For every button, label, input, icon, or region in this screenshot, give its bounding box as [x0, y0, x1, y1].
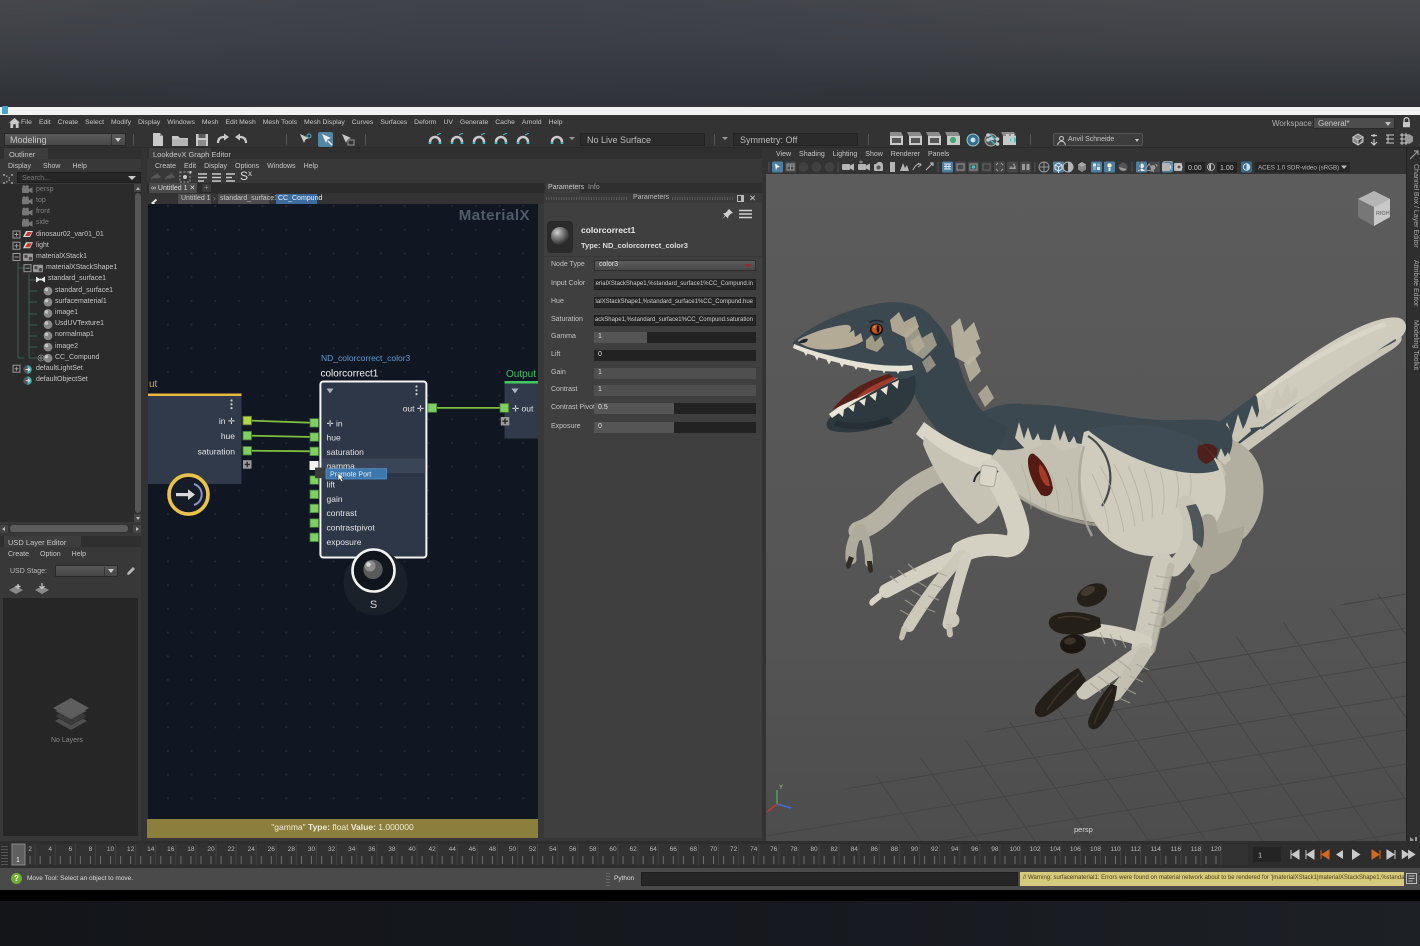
- svg-text:78: 78: [790, 846, 798, 853]
- svg-text:colorcorrect1: colorcorrect1: [321, 369, 379, 380]
- svg-text:98: 98: [991, 846, 999, 853]
- svg-text:30: 30: [308, 846, 316, 853]
- svg-text:96: 96: [971, 846, 979, 853]
- svg-text:2: 2: [28, 846, 32, 853]
- svg-text:lift: lift: [327, 480, 336, 490]
- svg-text:26: 26: [268, 846, 276, 853]
- svg-text:86: 86: [871, 846, 879, 853]
- svg-text:62: 62: [629, 846, 637, 853]
- svg-text:56: 56: [569, 846, 577, 853]
- svg-text:1: 1: [1258, 851, 1262, 860]
- svg-text:50: 50: [509, 846, 517, 853]
- svg-text:ut: ut: [149, 379, 158, 390]
- svg-text:✛ in: ✛ in: [327, 418, 343, 428]
- svg-text:24: 24: [248, 846, 256, 853]
- svg-text:hue: hue: [327, 433, 341, 443]
- svg-text:60: 60: [609, 846, 617, 853]
- svg-text:38: 38: [388, 846, 396, 853]
- svg-text:10: 10: [107, 846, 115, 853]
- svg-text:88: 88: [891, 846, 899, 853]
- svg-text:0.00: 0.00: [1188, 165, 1202, 172]
- svg-text:42: 42: [428, 846, 436, 853]
- svg-text:106: 106: [1070, 846, 1081, 853]
- svg-text:92: 92: [931, 846, 939, 853]
- svg-text:16: 16: [167, 846, 175, 853]
- svg-text:32: 32: [328, 846, 336, 853]
- svg-text:ND_colorcorrect_color3: ND_colorcorrect_color3: [321, 353, 411, 363]
- svg-text:44: 44: [449, 846, 457, 853]
- svg-text:12: 12: [127, 846, 135, 853]
- svg-text:102: 102: [1030, 846, 1041, 853]
- svg-text:120: 120: [1211, 846, 1222, 853]
- svg-text:20: 20: [207, 846, 215, 853]
- svg-text:76: 76: [770, 846, 778, 853]
- svg-text:40: 40: [408, 846, 416, 853]
- svg-text:54: 54: [549, 846, 557, 853]
- svg-text:58: 58: [589, 846, 597, 853]
- svg-text:saturation: saturation: [198, 446, 236, 456]
- svg-text:contrast: contrast: [327, 508, 358, 518]
- svg-text:70: 70: [710, 846, 718, 853]
- svg-text:persp: persp: [1074, 825, 1093, 834]
- svg-text:exposure: exposure: [327, 537, 362, 547]
- svg-text:gain: gain: [327, 494, 343, 504]
- svg-text:1.00: 1.00: [1220, 165, 1234, 172]
- svg-text:112: 112: [1130, 846, 1141, 853]
- svg-text:S: S: [370, 599, 377, 611]
- svg-text:82: 82: [830, 846, 838, 853]
- svg-text:saturation: saturation: [327, 447, 365, 457]
- svg-text:18: 18: [187, 846, 195, 853]
- svg-text:114: 114: [1151, 846, 1162, 853]
- svg-text:contrastpivot: contrastpivot: [327, 523, 376, 533]
- svg-text:22: 22: [227, 846, 235, 853]
- svg-text:Output: Output: [506, 369, 536, 380]
- svg-text:8: 8: [89, 846, 93, 853]
- svg-text:✛ out: ✛ out: [512, 404, 534, 414]
- svg-text:ACES 1.0 SDR-video (sRGB): ACES 1.0 SDR-video (sRGB): [1258, 165, 1339, 172]
- svg-text:118: 118: [1191, 846, 1202, 853]
- svg-text:74: 74: [750, 846, 758, 853]
- svg-text:14: 14: [147, 846, 155, 853]
- svg-text:84: 84: [851, 846, 859, 853]
- svg-text:94: 94: [951, 846, 959, 853]
- svg-text:68: 68: [690, 846, 698, 853]
- svg-text:64: 64: [650, 846, 658, 853]
- svg-text:6: 6: [68, 846, 72, 853]
- svg-text:46: 46: [469, 846, 477, 853]
- svg-text:80: 80: [810, 846, 818, 853]
- svg-text:48: 48: [489, 846, 497, 853]
- svg-text:Promote Port: Promote Port: [330, 471, 371, 478]
- svg-text:116: 116: [1171, 846, 1182, 853]
- svg-text:66: 66: [670, 846, 678, 853]
- svg-text:4: 4: [48, 846, 52, 853]
- svg-text:100: 100: [1010, 846, 1021, 853]
- svg-text:1: 1: [16, 857, 20, 864]
- svg-text:RIGHT: RIGHT: [1376, 210, 1394, 217]
- svg-text:34: 34: [348, 846, 356, 853]
- svg-text:108: 108: [1090, 846, 1101, 853]
- svg-text:Y: Y: [779, 785, 783, 791]
- svg-text:90: 90: [911, 846, 919, 853]
- svg-text:104: 104: [1050, 846, 1061, 853]
- svg-text:36: 36: [368, 846, 376, 853]
- svg-text:72: 72: [730, 846, 738, 853]
- svg-text:hue: hue: [221, 431, 235, 441]
- svg-text:in ✛: in ✛: [219, 416, 236, 426]
- svg-text:28: 28: [288, 846, 296, 853]
- svg-text:out ✛: out ✛: [403, 404, 425, 414]
- svg-text:110: 110: [1110, 846, 1121, 853]
- svg-text:52: 52: [529, 846, 537, 853]
